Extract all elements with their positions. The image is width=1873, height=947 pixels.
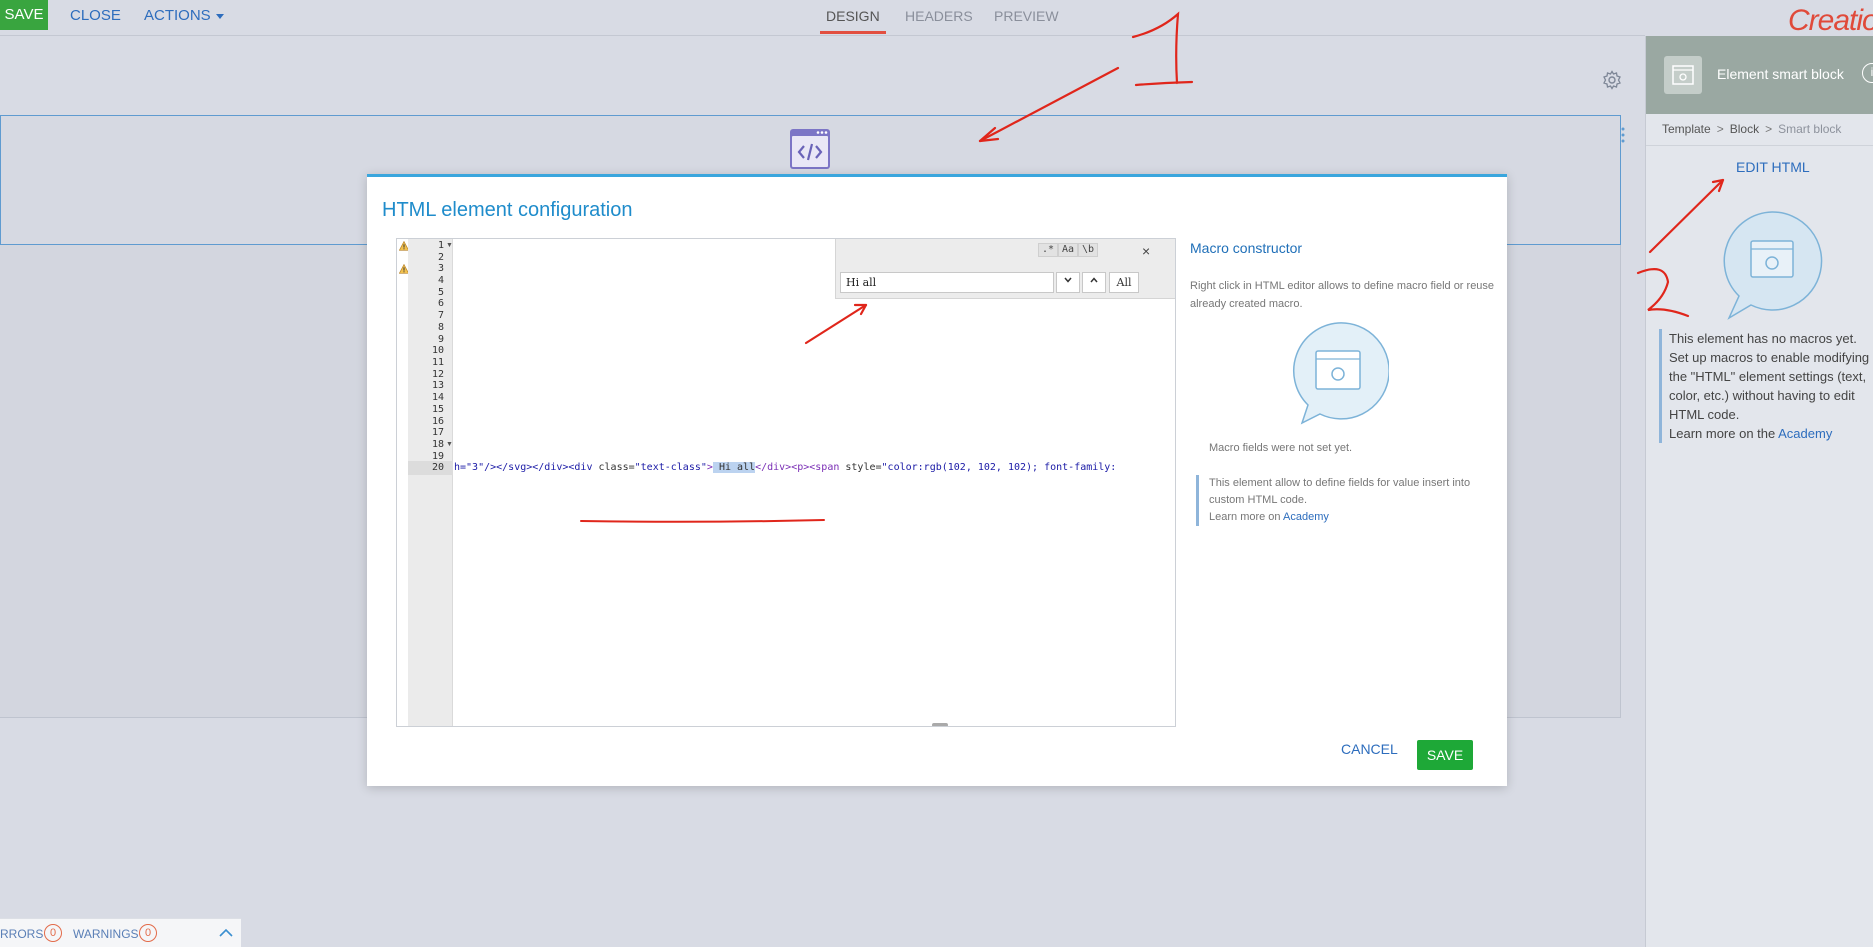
smart-block-icon [1664,56,1702,94]
info-icon[interactable]: i [1862,63,1873,83]
learn-more-prefix: Learn more on the [1669,426,1776,441]
warnings-label[interactable]: WARNINGS [73,927,139,941]
line-number-gutter: 1 2 3 4 5 6 7 8 9 10 11 12 13 14 15 16 1… [408,239,453,726]
breadcrumb-item-current: Smart block [1778,122,1842,136]
edit-html-link[interactable]: EDIT HTML [1736,159,1810,175]
errors-label[interactable]: RRORS [0,927,43,941]
whole-word-toggle[interactable]: \b [1078,243,1099,257]
top-toolbar: SAVE CLOSE ACTIONS DESIGN HEADERS PREVIE… [0,0,1645,36]
breadcrumb-item-block[interactable]: Block [1730,122,1759,136]
regex-toggle[interactable]: .* [1038,243,1059,257]
macro-speech-bubble-icon [1723,211,1823,320]
warnings-count-badge: 0 [139,924,157,942]
tab-design[interactable]: DESIGN [820,0,886,34]
errors-count-badge: 0 [44,924,62,942]
code-token: style= [839,462,882,473]
html-config-dialog: HTML element configuration 1 2 3 4 5 6 7… [367,174,1507,786]
panel-header: Element smart block i [1646,36,1873,114]
search-match-highlight: Hi all [712,462,756,473]
macro-speech-bubble-icon [1293,322,1389,425]
validation-status-bar: RRORS 0 WARNINGS 0 [0,918,241,947]
no-macros-note: This element has no macros yet. Set up m… [1659,329,1873,443]
chevron-up-icon[interactable] [218,926,234,940]
case-sensitive-toggle[interactable]: Aa [1058,243,1079,257]
no-macros-text: This element has no macros yet. Set up m… [1669,331,1870,422]
cancel-button[interactable]: CANCEL [1341,741,1398,757]
panel-title: Element smart block [1717,66,1844,82]
breadcrumb-separator: > [1765,122,1773,136]
save-button[interactable]: SAVE [0,0,48,30]
code-token: </div><p><span [755,462,840,473]
actions-label: ACTIONS [144,7,211,24]
search-input[interactable]: Hi all [840,272,1054,293]
code-token: "text-class" [634,462,707,473]
macro-constructor-description: Right click in HTML editor allows to def… [1190,280,1495,310]
chevron-down-icon [215,13,224,19]
code-token: "color:rgb(102, 102, 102); font-family: [881,462,1117,473]
chevron-down-icon [1064,277,1072,283]
macro-info-note: This element allow to define fields for … [1196,475,1496,526]
fold-toggle-icon[interactable]: ▼ [446,239,453,253]
code-line-20: h="3"/></svg></div><div class="text-clas… [454,461,1116,475]
breadcrumb-item-template[interactable]: Template [1662,122,1711,136]
actions-menu-button[interactable]: ACTIONS [144,0,224,30]
html-code-editor[interactable]: 1 2 3 4 5 6 7 8 9 10 11 12 13 14 15 16 1… [396,238,1176,727]
code-token: class= [592,462,635,473]
academy-link[interactable]: Academy [1283,511,1329,523]
gear-icon[interactable] [1602,70,1622,90]
line-number-active: 20 [408,461,453,475]
element-settings-panel: Element smart block i Template > Block > Sma… [1645,36,1873,947]
dialog-title: HTML element configuration [382,199,633,221]
macro-constructor-title: Macro constructor [1190,240,1303,256]
annotation-gutter [397,239,409,726]
code-text-area[interactable]: h="3"/></svg></div><div class="text-clas… [454,239,1175,726]
divider [1646,145,1873,146]
find-all-button[interactable]: All [1109,272,1139,293]
save-button[interactable]: SAVE [1417,740,1473,770]
find-next-button[interactable] [1056,272,1080,293]
html-code-icon [790,129,830,169]
chevron-up-icon [1090,277,1098,283]
fold-toggle-icon[interactable]: ▼ [446,438,453,452]
tab-headers[interactable]: HEADERS [905,0,973,34]
close-button[interactable]: CLOSE [70,0,121,30]
learn-more-prefix: Learn more on [1209,511,1281,523]
close-icon[interactable]: × [1142,244,1150,258]
more-options-icon[interactable] [1620,126,1626,144]
breadcrumb-separator: > [1716,122,1724,136]
academy-link[interactable]: Academy [1778,426,1832,441]
code-token: h="3"/></svg></div><div [454,462,593,473]
creatio-logo: Creatio [1788,4,1873,37]
macro-note-text: This element allow to define fields for … [1209,477,1471,506]
breadcrumb: Template > Block > Smart block [1662,122,1841,136]
find-previous-button[interactable] [1082,272,1106,293]
resize-handle[interactable] [932,723,948,726]
tab-preview[interactable]: PREVIEW [994,0,1059,34]
macro-empty-text: Macro fields were not set yet. [1209,442,1353,454]
find-panel: .* Aa \b × Hi all All [835,239,1175,299]
